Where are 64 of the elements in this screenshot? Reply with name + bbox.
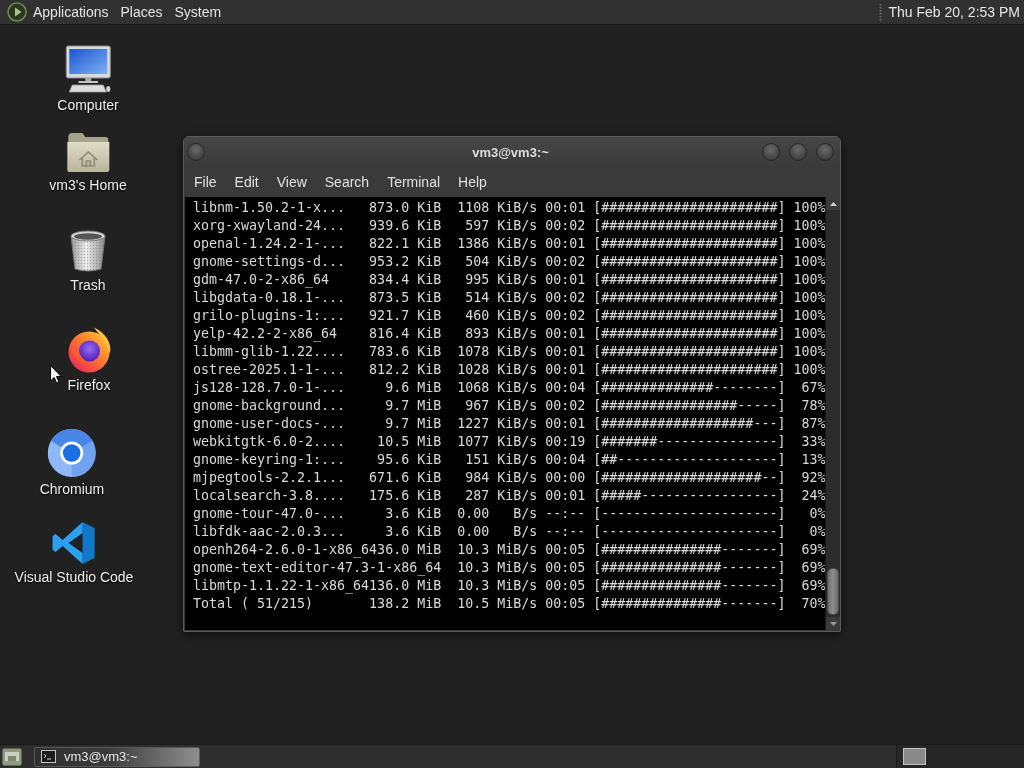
- menu-item[interactable]: Search: [315, 171, 379, 193]
- terminal-line: gnome-keyring-1:... 95.6 KiB 151 KiB/s 00:04 [##--------------------] 13%: [193, 451, 825, 469]
- terminal-line: yelp-42.2-2-x86_64 816.4 KiB 893 KiB/s 00:01 [######################] 100%: [193, 325, 825, 343]
- window-menu-button[interactable]: [187, 143, 205, 161]
- monitor-icon: [64, 45, 112, 93]
- show-desktop-icon[interactable]: [2, 747, 22, 766]
- caret-down-icon: [829, 621, 837, 626]
- menu-item[interactable]: View: [267, 171, 316, 193]
- menu-logo-icon[interactable]: [7, 2, 27, 22]
- terminal-line: ostree-2025.1-1-... 812.2 KiB 1028 KiB/s 00:01 [######################] 100%: [193, 361, 825, 379]
- window-title: vm3@vm3:~: [472, 144, 549, 160]
- panel-handle-icon: [879, 3, 883, 21]
- panel-menu[interactable]: Places: [114, 2, 169, 22]
- terminal-line: webkitgtk-6.0-2.... 10.5 MiB 1077 KiB/s 00:19 [#######---------------] 33%: [193, 433, 825, 451]
- maximize-button[interactable]: [789, 143, 807, 161]
- trash-can-icon: [68, 229, 108, 273]
- scrollbar-thumb[interactable]: [827, 568, 839, 615]
- ribbon-logo-icon: [52, 521, 96, 565]
- close-button[interactable]: [816, 143, 834, 161]
- menu-item[interactable]: Help: [449, 171, 496, 193]
- terminal-line: localsearch-3.8.... 175.6 KiB 287 KiB/s 00:01 [#####-----------------] 24%: [193, 487, 825, 505]
- panel-menu[interactable]: System: [168, 2, 228, 22]
- menu-item[interactable]: Edit: [225, 171, 268, 193]
- menu-item[interactable]: Terminal: [378, 171, 450, 193]
- terminal-line: grilo-plugins-1:... 921.7 KiB 460 KiB/s 00:02 [######################] 100%: [193, 307, 825, 325]
- terminal-line: xorg-xwayland-24... 939.6 KiB 597 KiB/s 00:02 [######################] 100%: [193, 217, 825, 235]
- terminal-line: openal-1.24.2-1-... 822.1 KiB 1386 KiB/s 00:01 [######################] 100%: [193, 235, 825, 253]
- terminal-line: libmtp-1.1.22-1-x86_64136.0 MiB 10.3 MiB/s 00:05 [###############-------] 69%: [193, 577, 825, 595]
- flame-logo-icon: [66, 327, 112, 373]
- terminal-line: gnome-background... 9.7 MiB 967 KiB/s 00:02 [#################-----] 78%: [193, 397, 825, 415]
- mouse-pointer-icon: [50, 365, 62, 384]
- terminal-line: libmm-glib-1.22.... 783.6 KiB 1078 KiB/s 00:01 [######################] 100%: [193, 343, 825, 361]
- desktop-shortcut[interactable]: Chromium: [39, 429, 105, 497]
- desktop-shortcut[interactable]: Visual Studio Code: [14, 521, 134, 585]
- terminal-line: openh264-2.6.0-1-x86_6436.0 MiB 10.3 MiB/s 00:05 [###############-------] 69%: [193, 541, 825, 559]
- terminal-line: gnome-text-editor-47.3-1-x86_64 10.3 MiB/s 00:05 [###############-------] 69%: [193, 559, 825, 577]
- terminal-icon: [41, 750, 56, 763]
- terminal-line: libnm-1.50.2-1-x... 873.0 KiB 1108 KiB/s 00:01 [######################] 100%: [193, 199, 825, 217]
- window-thumbnail-icon[interactable]: [903, 748, 926, 765]
- ring-logo-icon: [48, 429, 96, 477]
- terminal-line: gnome-user-docs-... 9.7 MiB 1227 KiB/s 00:01 [###################---] 87%: [193, 415, 825, 433]
- desktop-shortcut[interactable]: Trash: [68, 229, 108, 293]
- caret-up-icon: [829, 201, 837, 206]
- terminal-line: js128-128.7.0-1-... 9.6 MiB 1068 KiB/s 00:04 [##############--------] 67%: [193, 379, 825, 397]
- scrollbar[interactable]: [825, 197, 840, 630]
- terminal-line: gnome-settings-d... 953.2 KiB 504 KiB/s 00:02 [######################] 100%: [193, 253, 825, 271]
- workspace-switcher[interactable]: [896, 745, 1024, 768]
- desktop-shortcut[interactable]: Firefox: [66, 327, 112, 393]
- task-button[interactable]: vm3@vm3:~: [34, 746, 200, 767]
- menu-item[interactable]: File: [185, 171, 226, 193]
- clock[interactable]: Thu Feb 20, 2:53 PM: [882, 2, 1020, 22]
- desktop-shortcut[interactable]: Computer: [57, 45, 119, 113]
- desktop-shortcut[interactable]: vm3's Home: [49, 131, 127, 193]
- terminal-line: libfdk-aac-2.0.3... 3.6 KiB 0.00 B/s --:-- [----------------------] 0%: [193, 523, 825, 541]
- terminal-line: gdm-47.0-2-x86_64 834.4 KiB 995 KiB/s 00:01 [######################] 100%: [193, 271, 825, 289]
- panel-menu[interactable]: Applications: [27, 2, 115, 22]
- minimize-button[interactable]: [762, 143, 780, 161]
- terminal-line: gnome-tour-47.0-... 3.6 KiB 0.00 B/s --:-- [----------------------] 0%: [193, 505, 825, 523]
- scroll-up-button[interactable]: [826, 197, 840, 210]
- scroll-down-button[interactable]: [826, 617, 840, 630]
- terminal-line: Total ( 51/215) 138.2 MiB 10.5 MiB/s 00:05 [###############-------] 70%: [193, 595, 825, 613]
- terminal-line: mjpegtools-2.2.1... 671.6 KiB 984 KiB/s 00:00 [####################--] 92%: [193, 469, 825, 487]
- terminal-line: libgdata-0.18.1-... 873.5 KiB 514 KiB/s 00:02 [######################] 100%: [193, 289, 825, 307]
- home-folder-icon: [66, 131, 110, 173]
